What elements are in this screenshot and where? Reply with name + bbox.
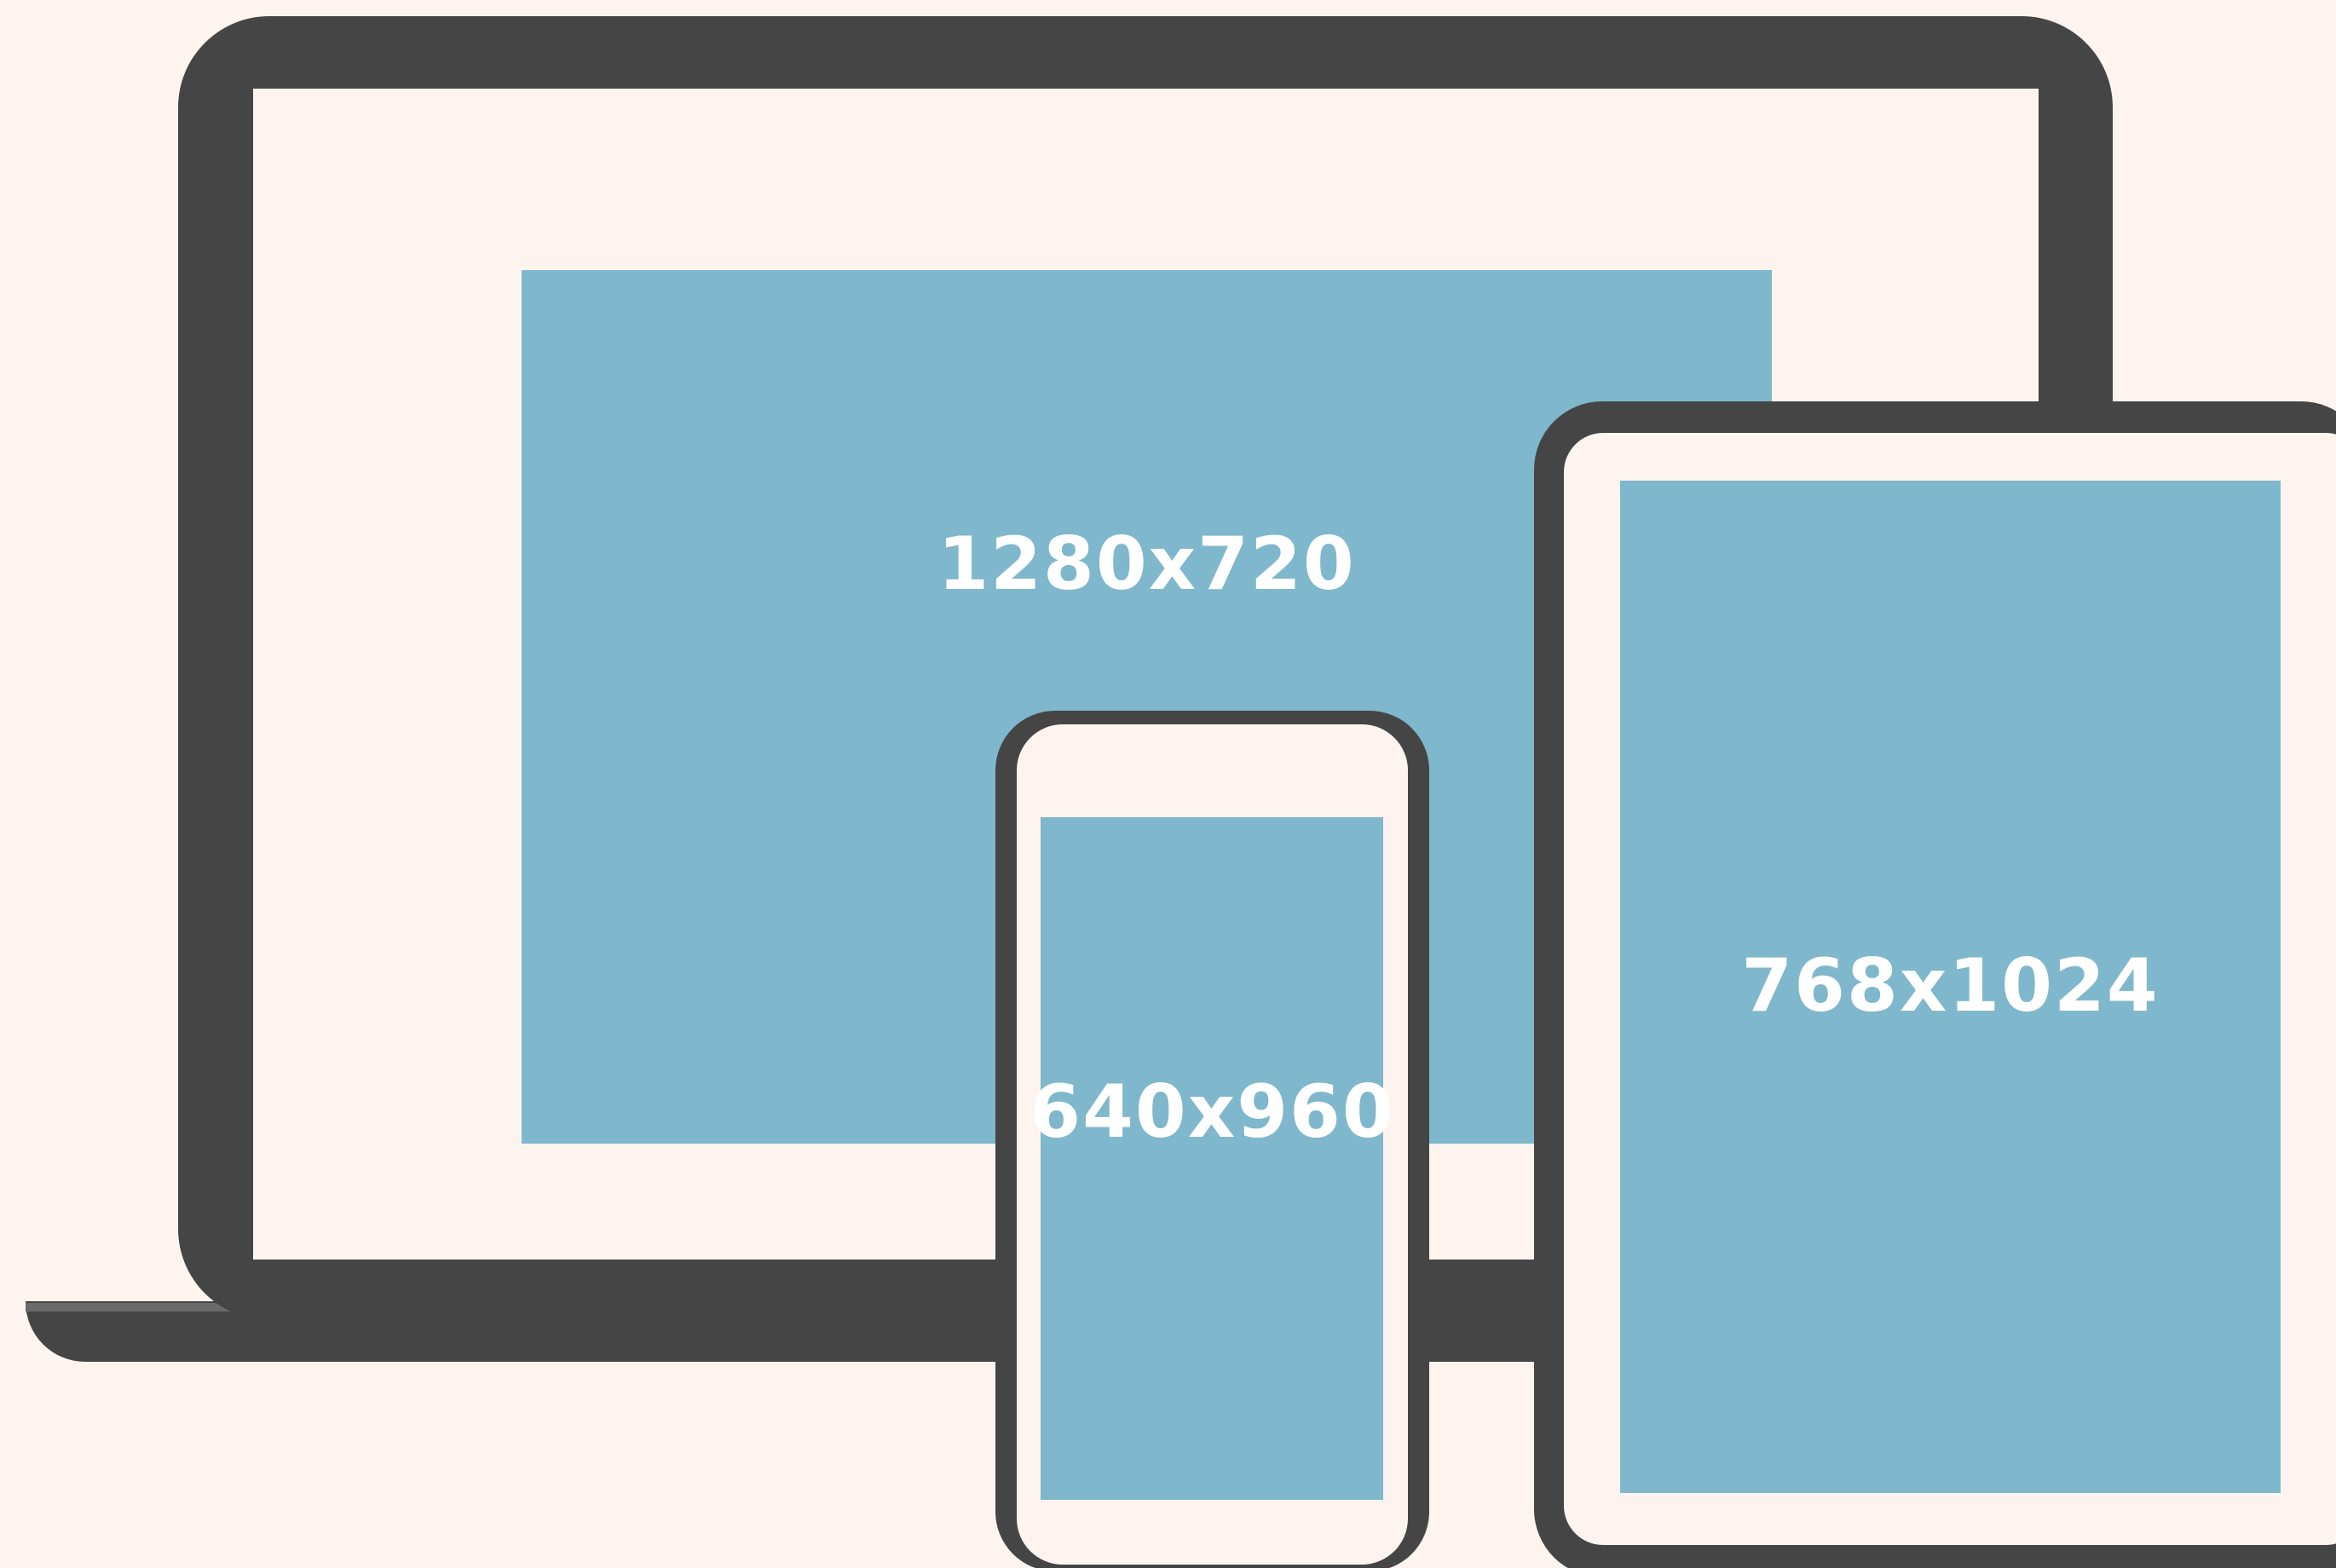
laptop-resolution-label: 1280x720 [937,521,1356,607]
phone-label-wrap: 640x960 [995,1065,1429,1159]
tablet-resolution-label: 768x1024 [1741,943,2160,1029]
tablet-display: 768x1024 [1620,481,2281,1493]
phone-resolution-label: 640x960 [1030,1069,1395,1155]
